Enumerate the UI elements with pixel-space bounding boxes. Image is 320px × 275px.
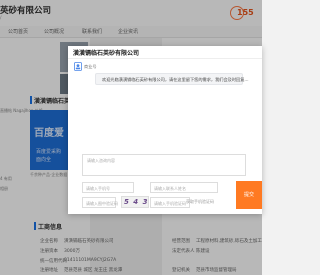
captcha-input[interactable]: 请输入图中验证码 — [82, 197, 118, 208]
submit-label: 提交 — [243, 192, 254, 198]
captcha-placeholder: 请输入图中验证码 — [86, 200, 118, 206]
sms-placeholder: 请输入手机验证码 — [154, 200, 186, 206]
consult-dialog: 潢潢镉临石英砂有限公司 商业号 欢迎光临潢潢镉临石英砂有限公司，请在这里留下您的… — [68, 46, 262, 214]
phone-placeholder: 请输入手机号 — [86, 185, 110, 191]
message-input[interactable]: 请输入咨询内容 — [82, 154, 246, 176]
contact-placeholder: 请输入联系人姓名 — [154, 185, 186, 191]
captcha-image[interactable]: 5 4 3 — [121, 196, 149, 208]
message-placeholder: 请输入咨询内容 — [87, 158, 115, 163]
agent-name: 商业号 — [84, 64, 97, 69]
submit-button[interactable]: 提交 — [236, 181, 262, 209]
dialog-title: 潢潢镉临石英砂有限公司 — [73, 50, 140, 57]
agent-avatar-icon — [74, 62, 82, 71]
greeting-text: 欢迎光临潢潢镉临石英砂有限公司，请在这里留下您的需求，我们会及时回复… — [102, 77, 249, 82]
sms-code-input[interactable]: 请输入手机验证码 — [150, 197, 190, 208]
greeting-bubble: 欢迎光临潢潢镉临石英砂有限公司，请在这里留下您的需求，我们会及时回复… — [95, 73, 249, 85]
phone-input[interactable]: 请输入手机号 — [82, 182, 134, 193]
captcha-text: 5 4 3 — [124, 198, 149, 206]
dialog-header: 潢潢镉临石英砂有限公司 — [68, 46, 262, 59]
get-sms-code-link[interactable]: 获取手机验证码 — [186, 199, 214, 205]
contact-name-input[interactable]: 请输入联系人姓名 — [150, 182, 218, 193]
